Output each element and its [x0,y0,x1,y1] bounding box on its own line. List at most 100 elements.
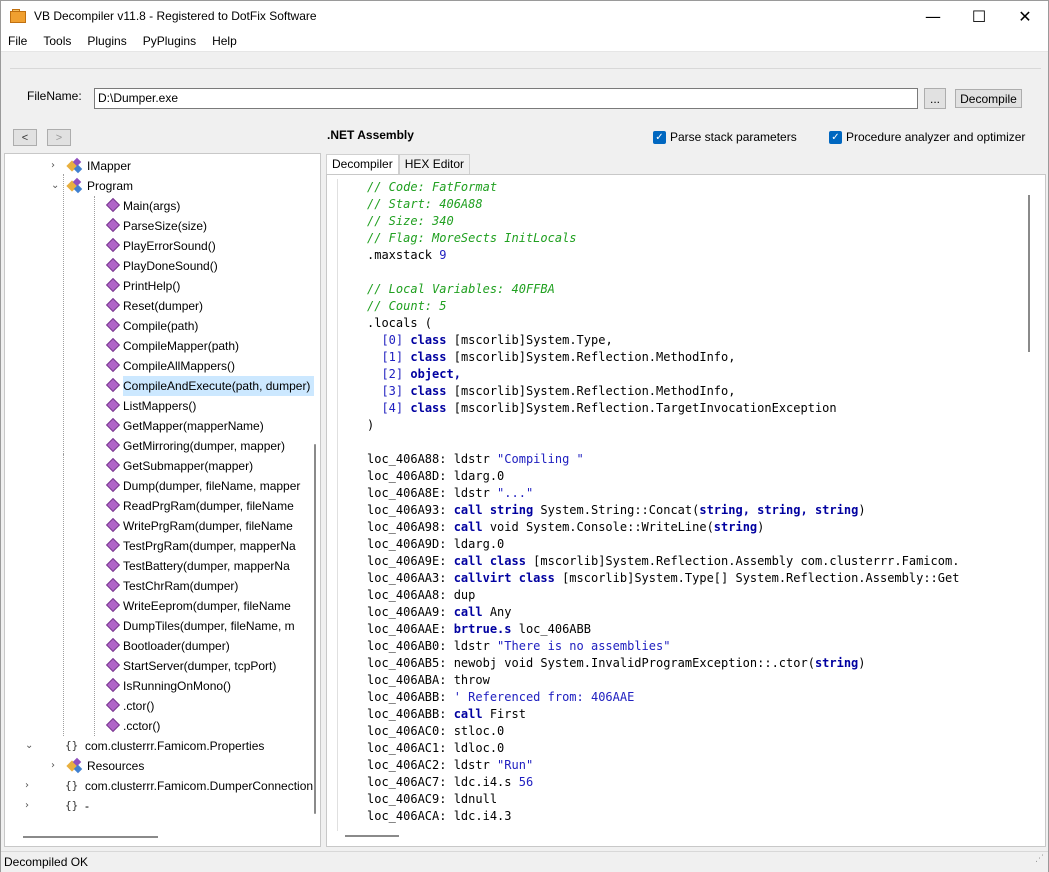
tree-item-method[interactable]: ReadPrgRam(dumper, fileName [5,496,315,516]
expand-chevron-icon[interactable]: › [51,756,61,776]
tree-item-method[interactable]: PrintHelp() [5,276,315,296]
tree-item-method[interactable]: StartServer(dumper, tcpPort) [5,656,315,676]
tree-item-method[interactable]: TestChrRam(dumper) [5,576,315,596]
menu-help[interactable]: Help [204,31,245,52]
code-line: [0] class [mscorlib]System.Type, [367,332,613,349]
menu-pyplugins[interactable]: PyPlugins [135,31,204,52]
method-icon [105,637,121,653]
tab-decompiler[interactable]: Decompiler [326,154,399,175]
tree-item-method[interactable]: CompileAllMappers() [5,356,315,376]
close-button[interactable]: ✕ [1002,1,1048,31]
method-icon [105,497,121,513]
code-token: loc_406AC7: ldc.i4.s [367,775,519,789]
tree-item-method[interactable]: TestBattery(dumper, mapperNa [5,556,315,576]
code-token: System.String::Concat( [533,503,700,517]
tree-item-method[interactable]: Reset(dumper) [5,296,315,316]
code-token: call [453,707,483,721]
expand-chevron-icon[interactable]: › [25,776,35,796]
parse-stack-checkbox[interactable]: ✓ Parse stack parameters [653,130,797,144]
tree-item-namespace[interactable]: › {} - [5,796,315,816]
tree-horizontal-scrollbar[interactable] [23,836,158,838]
tree-item-class[interactable]: › IMapper [5,156,315,176]
code-token: .maxstack [367,248,440,262]
tree-item-method[interactable]: CompileAndExecute(path, dumper) [5,376,315,396]
tree-item-method[interactable]: IsRunningOnMono() [5,676,315,696]
status-text: Decompiled OK [4,855,89,869]
window-title: VB Decompiler v11.8 - Registered to DotF… [34,9,317,23]
expand-chevron-icon[interactable]: › [51,156,61,176]
back-button[interactable]: < [13,129,37,146]
tree-item-label: TestBattery(dumper, mapperNa [123,559,290,573]
collapse-chevron-icon[interactable]: ⌄ [51,176,61,196]
tree-item-method[interactable]: GetSubmapper(mapper) [5,456,315,476]
filename-input[interactable]: D:\Dumper.exe [94,88,918,109]
menu-tools[interactable]: Tools [35,31,79,52]
tree-item-label: CompileAndExecute(path, dumper) [123,376,315,396]
tree-item-namespace[interactable]: › {} com.clusterrr.Famicom.DumperConnectio… [5,776,315,796]
code-token: "Run" [497,758,534,772]
tree-item-method[interactable]: Main(args) [5,196,315,216]
code-line: [3] class [mscorlib]System.Reflection.Me… [367,383,735,400]
code-token: 56 [518,775,534,789]
tree-item-label: PrintHelp() [123,279,181,293]
tree-item-method[interactable]: TestPrgRam(dumper, mapperNa [5,536,315,556]
tree-item-method[interactable]: .cctor() [5,716,315,736]
tree-view[interactable]: › IMapper ⌄ Program Main(args) ParseSize(size… [4,153,321,847]
code-token: ) [757,520,765,534]
class-icon [66,177,83,194]
code-token: ) [858,503,866,517]
code-line: // Start: 406A88 [367,196,483,213]
menu-file[interactable]: File [1,31,35,52]
namespace-icon: {} [65,779,79,792]
tree-item-label: Dump(dumper, fileName, mapper [123,479,301,493]
decompile-button[interactable]: Decompile [955,89,1022,108]
title-bar[interactable]: VB Decompiler v11.8 - Registered to DotF… [1,1,1048,31]
tree-item-method[interactable]: ParseSize(size) [5,216,315,236]
tree-item-class[interactable]: › Resources [5,756,315,776]
tree-item-method[interactable]: Bootloader(dumper) [5,636,315,656]
forward-button[interactable]: > [47,129,71,146]
tree-item-method[interactable]: Dump(dumper, fileName, mapper [5,476,315,496]
tree-item-method[interactable]: PlayErrorSound() [5,236,315,256]
maximize-button[interactable]: ☐ [956,1,1002,31]
code-vertical-scrollbar[interactable] [1028,195,1030,352]
expand-chevron-icon[interactable]: › [25,796,35,816]
tree-item-label: WriteEeprom(dumper, fileName [123,599,291,613]
tree-item-class[interactable]: ⌄ Program [5,176,315,196]
tree-item-namespace[interactable]: ⌄ {} com.clusterrr.Famicom.Properties [5,736,315,756]
app-folder-icon [10,9,26,23]
tree-item-method[interactable]: PlayDoneSound() [5,256,315,276]
tab-hex-editor[interactable]: HEX Editor [398,154,471,174]
code-token: [mscorlib]System.Reflection.Assembly com… [525,554,960,568]
method-icon [105,257,121,273]
tree-item-method[interactable]: GetMirroring(dumper, mapper) [5,436,315,456]
tree-item-method[interactable]: DumpTiles(dumper, fileName, m [5,616,315,636]
code-token: [mscorlib]System.Type, [446,333,613,347]
browse-button[interactable]: ... [924,88,946,109]
collapse-chevron-icon[interactable]: ⌄ [25,736,35,756]
menu-plugins[interactable]: Plugins [79,31,134,52]
class-icon [66,757,83,774]
tree-item-method[interactable]: ListMappers() [5,396,315,416]
tree-item-method[interactable]: CompileMapper(path) [5,336,315,356]
method-icon [105,597,121,613]
code-token: "Compiling " [497,452,584,466]
code-horizontal-scrollbar[interactable] [345,835,399,837]
tree-item-method[interactable]: .ctor() [5,696,315,716]
code-view[interactable]: // Code: FatFormat // Start: 406A88 // Siz… [326,174,1046,847]
procedure-analyzer-checkbox[interactable]: ✓ Procedure analyzer and optimizer [829,130,1025,144]
method-icon [105,657,121,673]
code-content[interactable]: // Code: FatFormat // Start: 406A88 // Siz… [337,179,1027,831]
tree-item-method[interactable]: WriteEeprom(dumper, fileName [5,596,315,616]
code-line: loc_406AC7: ldc.i4.s 56 [367,774,533,791]
tree-item-method[interactable]: WritePrgRam(dumper, fileName [5,516,315,536]
checkmark-icon: ✓ [829,130,842,144]
tree-item-method[interactable]: Compile(path) [5,316,315,336]
tree-item-label: IsRunningOnMono() [123,679,232,693]
code-token: First [482,707,526,721]
tree-item-method[interactable]: GetMapper(mapperName) [5,416,315,436]
resize-grip-icon[interactable]: ⋰ [1035,849,1044,869]
minimize-button[interactable]: — [910,1,956,31]
tree-item-label: - [85,799,89,813]
